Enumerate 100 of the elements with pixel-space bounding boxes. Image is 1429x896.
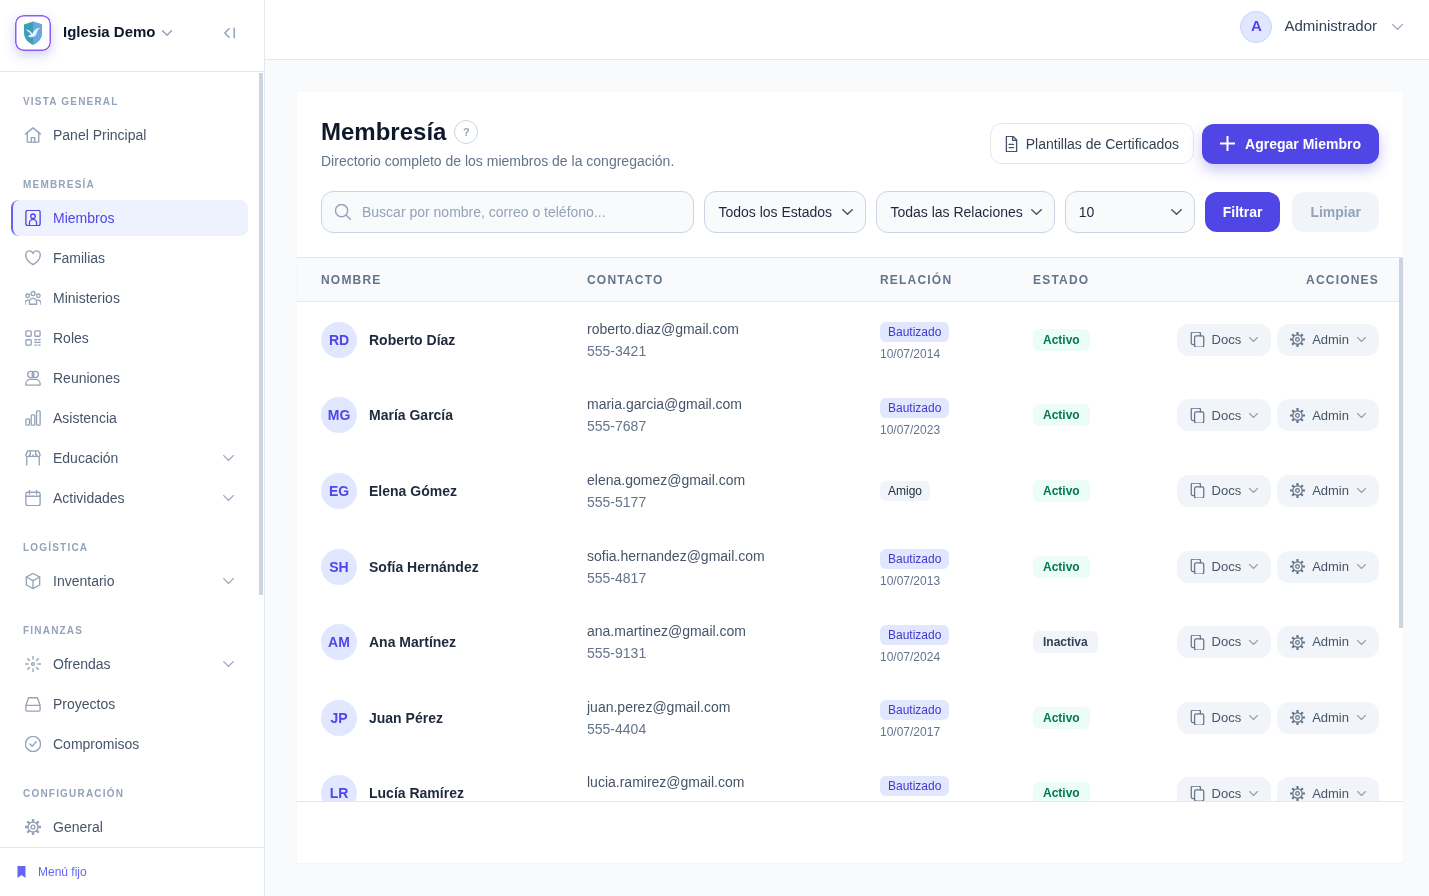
id-card-icon: [25, 210, 41, 226]
users-icon: [25, 370, 41, 386]
logo-icon: [15, 14, 51, 51]
gear-icon: [1290, 559, 1306, 575]
column-header: NOMBRE: [321, 271, 382, 288]
column-header: ESTADO: [1033, 271, 1090, 288]
status-badge: Activo: [1033, 555, 1090, 578]
chevron-down-icon: [1249, 337, 1259, 343]
action-dropdown-button[interactable]: Admin: [1277, 399, 1379, 432]
document-icon: [1004, 135, 1018, 152]
email-text: lucia.ramirez@gmail.com: [587, 773, 745, 793]
action-dropdown-button[interactable]: Docs: [1176, 626, 1272, 659]
relation-tag: Bautizado: [880, 700, 950, 721]
status-badge: Activo: [1033, 782, 1090, 801]
chevron-down-icon: [1357, 790, 1366, 796]
action-dropdown-button[interactable]: Docs: [1176, 399, 1272, 432]
action-dropdown-button[interactable]: Admin: [1277, 777, 1379, 801]
tray-icon: [25, 696, 41, 712]
filter-dropdown[interactable]: Todas las Relaciones: [876, 191, 1055, 233]
date-text: 10/07/2017: [880, 724, 941, 741]
chevron-down-icon: [1249, 790, 1259, 796]
copy-icon: [1189, 785, 1205, 801]
relation-tag: Bautizado: [880, 624, 950, 645]
action-dropdown-button[interactable]: Admin: [1277, 626, 1379, 659]
scrollbar-thumb[interactable]: [1399, 258, 1403, 628]
sidebar-item[interactable]: Ministerios: [11, 280, 248, 316]
chevron-down-icon: [1357, 564, 1366, 570]
email-text: ana.martinez@gmail.com: [587, 622, 746, 642]
action-dropdown-button[interactable]: Docs: [1176, 475, 1272, 507]
search-field[interactable]: Buscar por nombre, correo o teléfono...: [321, 191, 695, 233]
gear-icon: [1290, 634, 1306, 650]
relation-tag: Bautizado: [880, 775, 950, 796]
column-header: RELACIÓN: [880, 271, 953, 288]
sidebar-item[interactable]: Compromisos: [11, 726, 248, 762]
heart-icon: [25, 250, 41, 266]
chevron-down-icon: [1357, 412, 1366, 418]
copy-icon: [1189, 634, 1205, 650]
action-dropdown-button[interactable]: Admin: [1277, 550, 1379, 583]
filter-dropdown[interactable]: Todos los Estados: [704, 191, 867, 233]
pin-menu-button[interactable]: Menú fijo: [17, 864, 87, 880]
relation-tag: Amigo: [880, 481, 930, 501]
gear-icon: [1290, 407, 1306, 423]
action-dropdown-button[interactable]: Admin: [1277, 323, 1379, 356]
sidebar-item[interactable]: Panel Principal: [11, 117, 248, 153]
email-text: elena.gomez@gmail.com: [587, 471, 746, 490]
sidebar-item[interactable]: Educación: [11, 440, 248, 476]
org-switcher[interactable]: Iglesia Demo: [63, 21, 172, 44]
sidebar-item[interactable]: General: [11, 809, 248, 845]
sidebar-item[interactable]: Asistencia: [11, 400, 248, 436]
member-name: María García: [369, 406, 454, 426]
action-dropdown-button[interactable]: Docs: [1176, 777, 1272, 801]
collapse-sidebar-icon[interactable]: [224, 26, 235, 39]
action-dropdown-button[interactable]: Docs: [1176, 323, 1272, 356]
date-text: 10/07/2013: [880, 573, 941, 590]
chevron-down-icon: [1249, 715, 1259, 721]
sidebar-item[interactable]: Actividades: [11, 480, 248, 516]
bar-chart-icon: [25, 410, 41, 426]
date-text: 10/07/2023: [880, 421, 941, 438]
sidebar-item[interactable]: Ofrendas: [11, 646, 248, 682]
storefront-icon: [25, 450, 41, 466]
phone-text: 555-3421: [587, 341, 647, 361]
copy-icon: [1189, 559, 1205, 575]
gear-icon: [1290, 483, 1306, 499]
filter-button[interactable]: Filtrar: [1204, 192, 1281, 232]
grid-icon: [25, 330, 41, 346]
phone-text: 555-7687: [587, 417, 647, 437]
email-text: roberto.diaz@gmail.com: [587, 319, 739, 339]
copy-icon: [1189, 710, 1205, 726]
sidebar-item[interactable]: Reuniones: [11, 360, 248, 396]
member-name: Juan Pérez: [369, 708, 443, 728]
certificate-templates-button[interactable]: Plantillas de Certificados: [989, 123, 1195, 164]
action-dropdown-button[interactable]: Docs: [1176, 701, 1272, 734]
copy-icon: [1189, 483, 1205, 499]
bookmark-icon: [17, 866, 26, 878]
member-name: Sofía Hernández: [369, 557, 479, 577]
chevron-down-icon[interactable]: [1392, 23, 1403, 30]
action-dropdown-button[interactable]: Admin: [1277, 475, 1379, 507]
chevron-down-icon: [1357, 715, 1366, 721]
column-header: ACCIONES: [1306, 271, 1379, 288]
action-dropdown-button[interactable]: Admin: [1277, 701, 1379, 734]
filter-dropdown[interactable]: 10: [1064, 191, 1195, 233]
phone-text: 555-5177: [587, 493, 647, 512]
search-icon: [335, 204, 351, 220]
sidebar-item[interactable]: Familias: [11, 240, 248, 276]
gear-icon: [1290, 332, 1306, 348]
column-header: CONTACTO: [587, 271, 664, 288]
sidebar-item[interactable]: Roles: [11, 320, 248, 356]
section-label: VISTA GENERAL: [22, 95, 120, 109]
add-member-button[interactable]: Agregar Miembro: [1202, 123, 1379, 164]
page-subtitle: Directorio completo de los miembros de la congregación.: [321, 152, 675, 171]
sidebar-item[interactable]: Inventario: [11, 563, 248, 599]
plus-icon: [1220, 136, 1236, 151]
group-icon: [25, 290, 41, 306]
action-dropdown-button[interactable]: Docs: [1176, 550, 1272, 583]
cube-icon: [25, 573, 41, 589]
section-label: FINANZAS: [22, 624, 85, 638]
sidebar-item[interactable]: Miembros: [11, 200, 248, 236]
status-badge: Activo: [1033, 706, 1090, 729]
sidebar-item[interactable]: Proyectos: [11, 686, 248, 722]
user-name[interactable]: Administrador: [1284, 15, 1377, 38]
